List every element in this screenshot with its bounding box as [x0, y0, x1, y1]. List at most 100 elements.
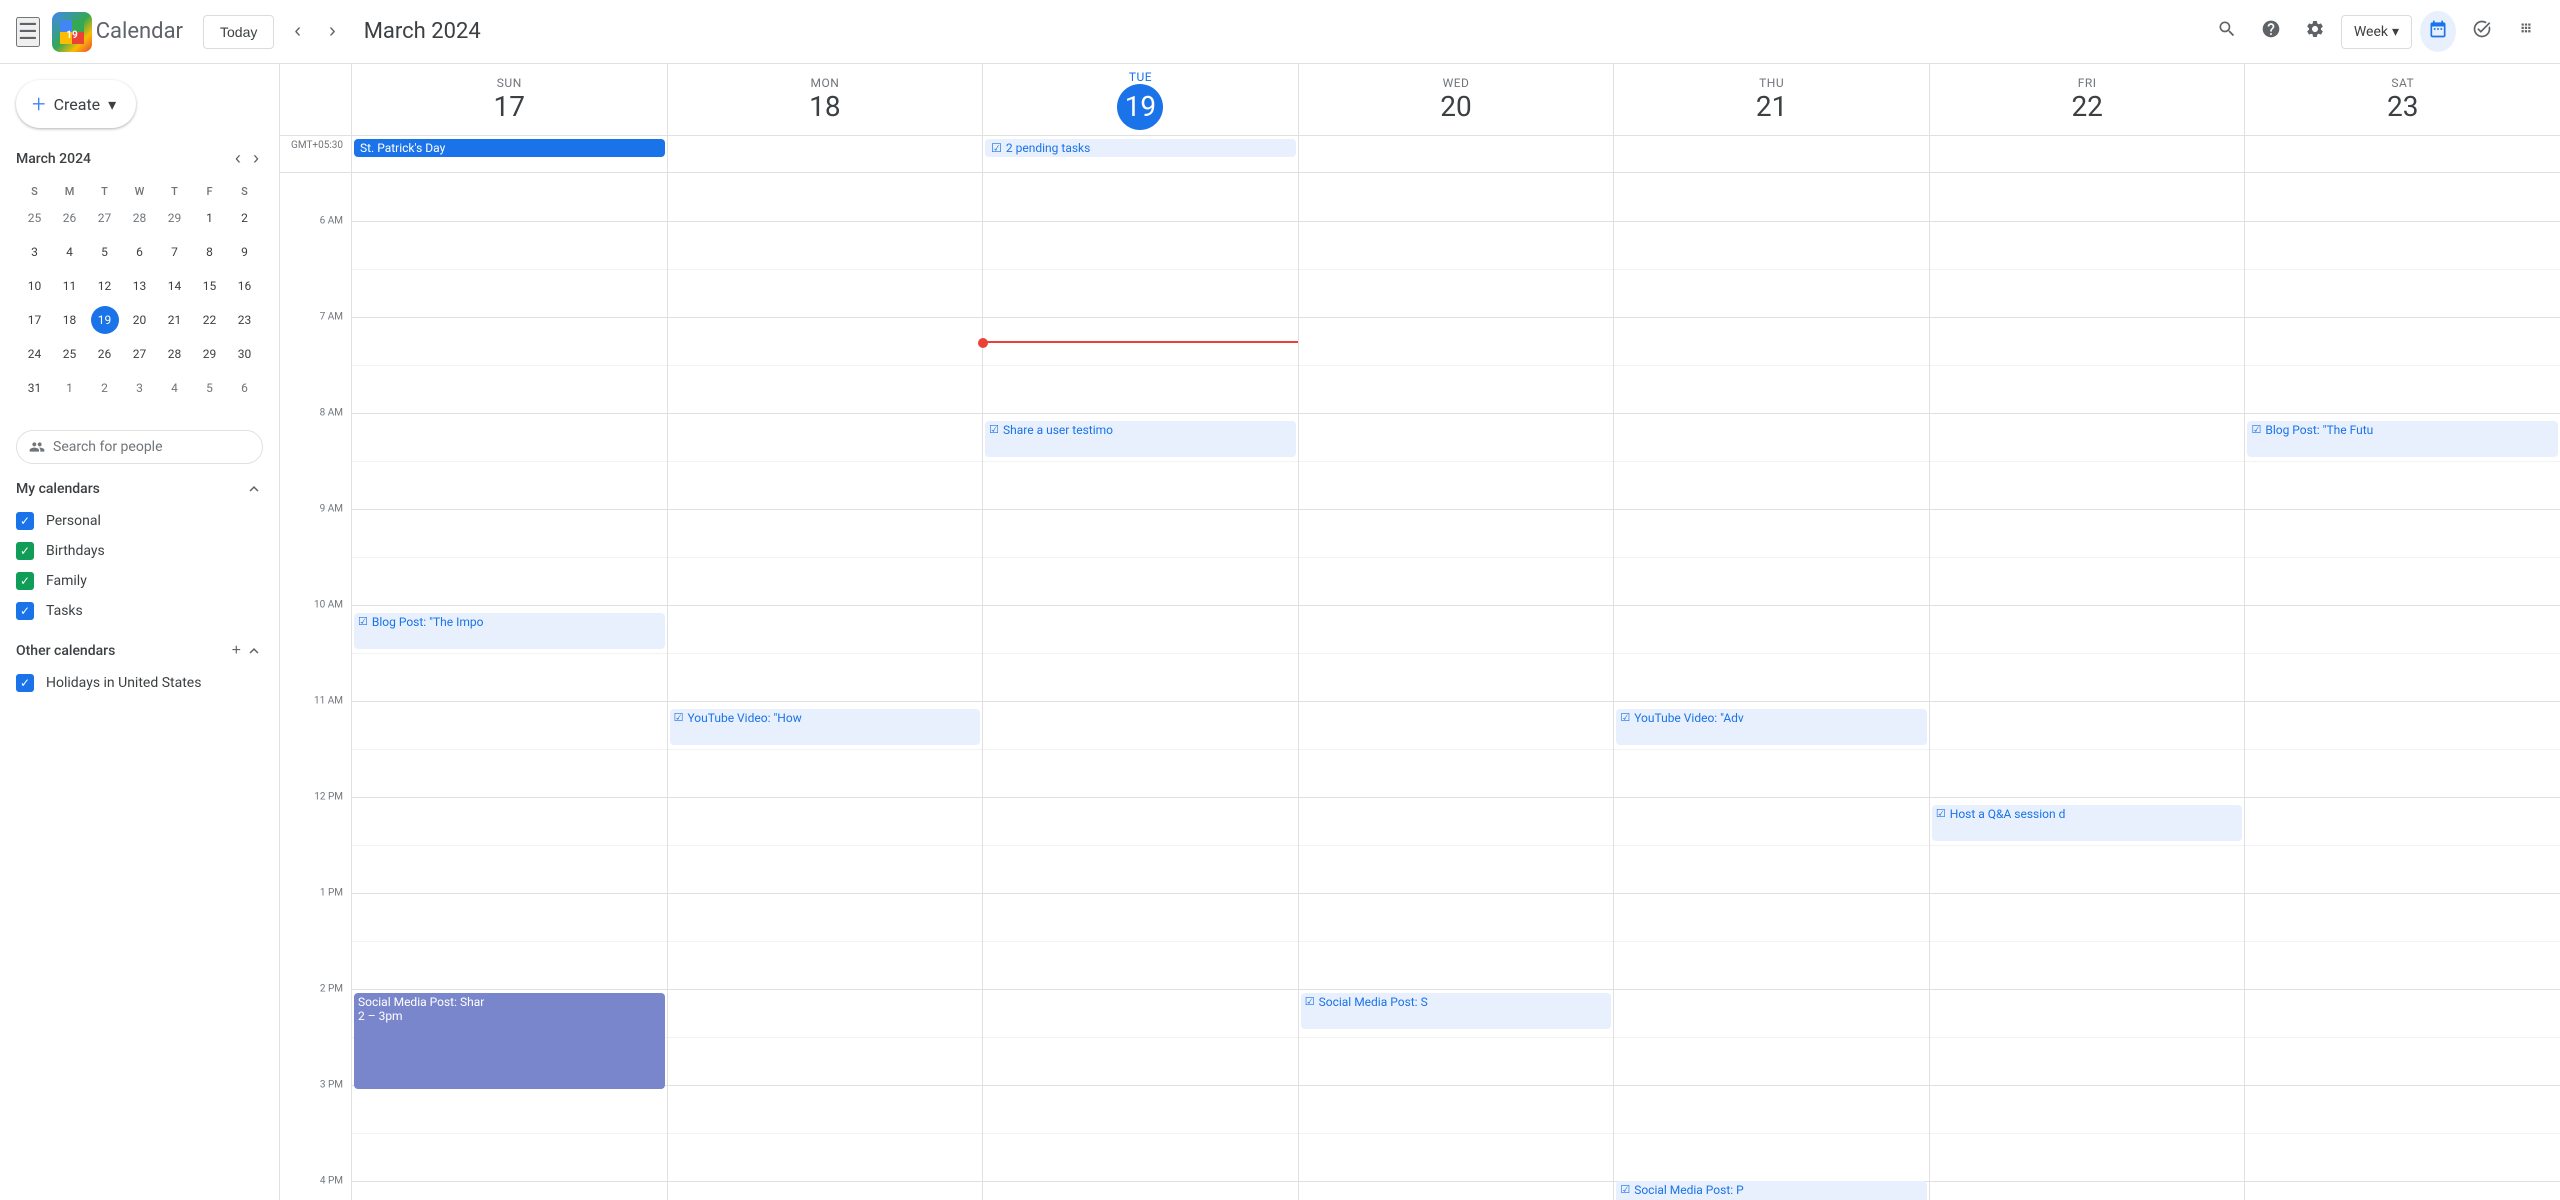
day-header-wed[interactable]: WED 20: [1299, 64, 1615, 135]
help-button[interactable]: [2253, 11, 2289, 53]
mini-cal-day[interactable]: 29: [158, 202, 191, 234]
mini-cal-day[interactable]: 9: [228, 236, 261, 268]
menu-button[interactable]: ☰: [16, 17, 40, 47]
half-line: [668, 653, 983, 654]
mini-cal-day[interactable]: 7: [158, 236, 191, 268]
mini-cal-day[interactable]: 1: [193, 202, 226, 234]
event-mon-youtube[interactable]: ☑ YouTube Video: "How: [670, 709, 981, 745]
day-header-sat[interactable]: SAT 23: [2245, 64, 2560, 135]
mini-cal-day[interactable]: 5: [88, 236, 121, 268]
mini-cal-day[interactable]: 4: [158, 372, 191, 404]
mini-cal-day[interactable]: 20: [123, 304, 156, 336]
mini-cal-day[interactable]: 23: [228, 304, 261, 336]
view-selector[interactable]: Week ▾: [2341, 15, 2412, 49]
calendar-item-holidays[interactable]: ✓ Holidays in United States: [8, 668, 271, 698]
mini-cal-day[interactable]: 8: [193, 236, 226, 268]
search-people[interactable]: Search for people: [16, 430, 263, 464]
create-button[interactable]: + Create ▾: [16, 80, 136, 128]
mini-cal-day[interactable]: 29: [193, 338, 226, 370]
mini-cal-day[interactable]: 1: [53, 372, 86, 404]
mini-cal-day[interactable]: 12: [88, 270, 121, 302]
today-button[interactable]: Today: [203, 15, 274, 49]
mini-cal-day[interactable]: 30: [228, 338, 261, 370]
calendar-item-personal[interactable]: ✓ Personal: [8, 506, 271, 536]
app-logo: 19: [52, 12, 92, 52]
mini-cal-day[interactable]: 21: [158, 304, 191, 336]
mini-cal-day[interactable]: 2: [88, 372, 121, 404]
mini-cal-day[interactable]: 26: [88, 338, 121, 370]
day-col-wed: ☑ Social Media Post: S: [1299, 173, 1615, 1200]
search-button[interactable]: [2209, 11, 2245, 53]
allday-task-pending[interactable]: ☑ 2 pending tasks: [985, 139, 1296, 157]
half-line: [1930, 557, 2245, 558]
apps-button[interactable]: [2508, 11, 2544, 53]
add-other-calendar-button[interactable]: +: [232, 642, 241, 660]
mini-cal-day[interactable]: 13: [123, 270, 156, 302]
event-label: YouTube Video: "Adv: [1634, 711, 1744, 725]
mini-cal-day[interactable]: 15: [193, 270, 226, 302]
event-sat-blog-post[interactable]: ☑ Blog Post: "The Futu: [2247, 421, 2558, 457]
day-header-mon[interactable]: MON 18: [668, 64, 984, 135]
event-thu-youtube[interactable]: ☑ YouTube Video: "Adv: [1616, 709, 1927, 745]
mini-cal-day[interactable]: 28: [158, 338, 191, 370]
event-sun-blog-post[interactable]: ☑ Blog Post: "The Impo: [354, 613, 665, 649]
half-line: [1930, 653, 2245, 654]
mini-cal-day[interactable]: 14: [158, 270, 191, 302]
day-header-sun[interactable]: SUN 17: [352, 64, 668, 135]
mini-cal-day[interactable]: 3: [18, 236, 51, 268]
day-header-tue[interactable]: TUE 19: [983, 64, 1299, 135]
my-calendars-header[interactable]: My calendars: [8, 472, 271, 506]
mini-cal-day[interactable]: 19: [88, 304, 121, 336]
mini-cal-day[interactable]: 6: [228, 372, 261, 404]
mini-cal-day[interactable]: 18: [53, 304, 86, 336]
mini-prev-button[interactable]: ‹: [231, 144, 245, 173]
prev-button[interactable]: ‹: [286, 16, 309, 47]
mini-cal-day[interactable]: 16: [228, 270, 261, 302]
settings-button[interactable]: [2297, 11, 2333, 53]
half-line: [2245, 557, 2560, 558]
mini-cal-day[interactable]: 11: [53, 270, 86, 302]
mini-cal-day[interactable]: 4: [53, 236, 86, 268]
day-col-fri: ☑ Host a Q&A session d: [1930, 173, 2246, 1200]
mini-cal-day[interactable]: 27: [123, 338, 156, 370]
hour-line: [1614, 701, 1929, 702]
mini-cal-day[interactable]: 27: [88, 202, 121, 234]
mini-next-button[interactable]: ›: [249, 144, 263, 173]
mini-cal-day[interactable]: 25: [53, 338, 86, 370]
calendar-item-birthdays[interactable]: ✓ Birthdays: [8, 536, 271, 566]
mini-cal-day[interactable]: 25: [18, 202, 51, 234]
allday-event-stpat[interactable]: St. Patrick's Day: [354, 139, 665, 157]
mini-cal-day[interactable]: 2: [228, 202, 261, 234]
event-fri-qa[interactable]: ☑ Host a Q&A session d: [1932, 805, 2243, 841]
mini-cal-day[interactable]: 24: [18, 338, 51, 370]
event-tue-testimony[interactable]: ☑ Share a user testimo: [985, 421, 1296, 457]
day-header-thu[interactable]: THU 21: [1614, 64, 1930, 135]
hour-line: [352, 893, 667, 894]
mini-cal-day[interactable]: 22: [193, 304, 226, 336]
mini-cal-day[interactable]: 3: [123, 372, 156, 404]
mini-cal-day[interactable]: 28: [123, 202, 156, 234]
day-header-fri[interactable]: FRI 22: [1930, 64, 2246, 135]
calendar-view-button[interactable]: [2420, 11, 2456, 52]
calendar-item-family[interactable]: ✓ Family: [8, 566, 271, 596]
mini-cal-day[interactable]: 31: [18, 372, 51, 404]
calendar-item-tasks[interactable]: ✓ Tasks: [8, 596, 271, 626]
tasks-button[interactable]: [2464, 11, 2500, 53]
mini-cal-day[interactable]: 26: [53, 202, 86, 234]
next-button[interactable]: ›: [321, 16, 344, 47]
grid-scroll[interactable]: 6 AM 7 AM 8 AM 9 AM 10 AM 11 AM 12 PM 1 …: [280, 173, 2560, 1200]
event-wed-social-media[interactable]: ☑ Social Media Post: S: [1301, 993, 1612, 1029]
task-check-icon: ☑: [1620, 1183, 1630, 1196]
other-calendars-title: Other calendars: [16, 643, 115, 659]
hour-line: [352, 605, 667, 606]
mini-cal-day[interactable]: 10: [18, 270, 51, 302]
event-thu-social-media[interactable]: ☑ Social Media Post: P: [1616, 1181, 1927, 1200]
event-sun-social-media[interactable]: Social Media Post: Shar 2 – 3pm: [354, 993, 665, 1089]
event-label: Host a Q&A session d: [1950, 807, 2066, 821]
other-calendars-header[interactable]: Other calendars +: [8, 634, 271, 668]
hour-line: [668, 893, 983, 894]
mini-cal-day[interactable]: 6: [123, 236, 156, 268]
day-num-thu: 21: [1756, 90, 1787, 123]
mini-cal-day[interactable]: 17: [18, 304, 51, 336]
mini-cal-day[interactable]: 5: [193, 372, 226, 404]
